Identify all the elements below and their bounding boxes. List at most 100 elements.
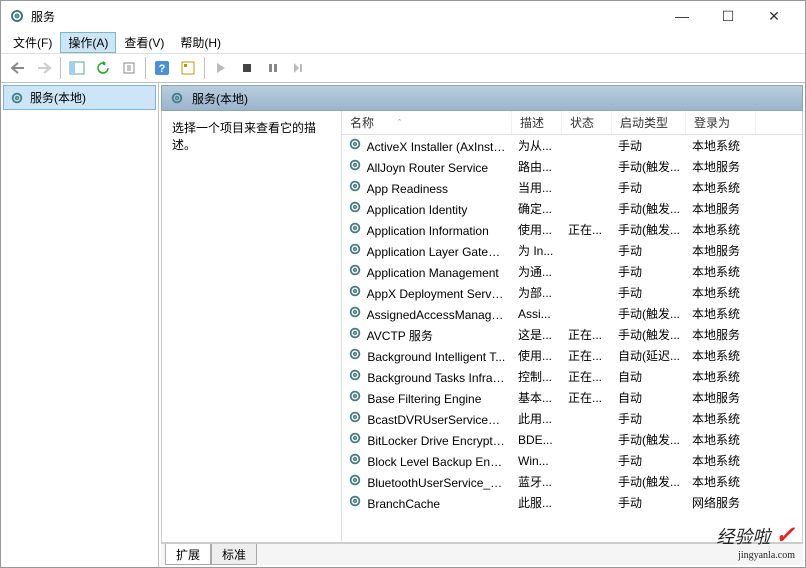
cell-desc: 蓝牙... [512,471,562,492]
cell-name: AllJoyn Router Service [342,156,512,177]
service-row[interactable]: Application Identity确定...手动(触发...本地服务 [342,198,802,219]
stop-service-button[interactable] [235,56,259,80]
cell-logon: 本地系统 [686,366,756,387]
service-row[interactable]: AVCTP 服务这是...正在...手动(触发...本地服务 [342,324,802,345]
menu-action[interactable]: 操作(A) [60,32,116,53]
service-row[interactable]: App Readiness当用...手动本地系统 [342,177,802,198]
cell-logon: 本地系统 [686,450,756,471]
service-row[interactable]: BitLocker Drive Encryptio...BDE...手动(触发.… [342,429,802,450]
service-row[interactable]: Application Layer Gatewa...为 In...手动本地服务 [342,240,802,261]
cell-startup: 手动(触发... [612,324,686,345]
cell-name: AppX Deployment Servic... [342,282,512,303]
menu-file[interactable]: 文件(F) [5,32,60,53]
cell-name: Application Layer Gatewa... [342,240,512,261]
back-button[interactable] [6,56,30,80]
service-row[interactable]: AllJoyn Router Service路由...手动(触发...本地服务 [342,156,802,177]
cell-startup: 手动 [612,240,686,261]
service-row[interactable]: Application Information使用...正在...手动(触发..… [342,219,802,240]
cell-logon: 本地系统 [686,345,756,366]
maximize-button[interactable]: ☐ [705,1,751,31]
cell-desc: 使用... [512,219,562,240]
cell-startup: 自动 [612,366,686,387]
cell-name: AVCTP 服务 [342,324,512,346]
cell-status: 正在... [562,324,612,345]
cell-logon: 本地系统 [686,408,756,429]
tab-standard[interactable]: 标准 [211,544,257,565]
restart-service-button[interactable] [287,56,311,80]
service-row[interactable]: AppX Deployment Servic...为部...手动本地系统 [342,282,802,303]
cell-status [562,417,612,421]
service-row[interactable]: Application Management为通...手动本地系统 [342,261,802,282]
cell-name: ActiveX Installer (AxInstSV) [342,135,512,156]
help-button[interactable]: ? [150,56,174,80]
cell-status [562,249,612,253]
cell-logon: 本地系统 [686,429,756,450]
refresh-button[interactable] [91,56,115,80]
col-status[interactable]: 状态 [562,111,612,134]
cell-desc: Win... [512,452,562,470]
col-logon[interactable]: 登录为 [686,111,756,134]
cell-desc: 此服... [512,492,562,513]
cell-status [562,459,612,463]
service-row[interactable]: BranchCache此服...手动网络服务 [342,492,802,513]
cell-logon: 本地系统 [686,177,756,198]
service-row[interactable]: Background Tasks Infras...控制...正在...自动本地… [342,366,802,387]
cell-startup: 手动(触发... [612,198,686,219]
cell-name: BitLocker Drive Encryptio... [342,429,512,450]
service-row[interactable]: BluetoothUserService_4d...蓝牙...手动(触发...本… [342,471,802,492]
cell-desc: 为通... [512,261,562,282]
cell-logon: 本地服务 [686,198,756,219]
tree-root-label: 服务(本地) [30,89,86,106]
cell-logon: 本地服务 [686,156,756,177]
pause-service-button[interactable] [261,56,285,80]
minimize-button[interactable]: — [659,1,705,31]
service-list[interactable]: ActiveX Installer (AxInstSV)为从...手动本地系统 … [342,135,802,542]
cell-startup: 手动(触发... [612,429,686,450]
export-button[interactable] [117,56,141,80]
service-row[interactable]: Block Level Backup Engi...Win...手动本地系统 [342,450,802,471]
tree-root-services[interactable]: 服务(本地) [3,85,156,110]
list-header: 名称ˆ 描述 状态 启动类型 登录为 [342,111,802,135]
cell-status [562,438,612,442]
col-name[interactable]: 名称ˆ [342,111,512,134]
menu-bar: 文件(F) 操作(A) 查看(V) 帮助(H) [1,31,805,53]
cell-logon: 本地系统 [686,471,756,492]
cell-logon: 网络服务 [686,492,756,513]
cell-desc: 为从... [512,135,562,156]
cell-status [562,186,612,190]
menu-help[interactable]: 帮助(H) [172,32,229,53]
properties-button[interactable] [176,56,200,80]
service-row[interactable]: AssignedAccessManager...Assi...手动(触发...本… [342,303,802,324]
start-service-button[interactable] [209,56,233,80]
col-startup[interactable]: 启动类型 [612,111,686,134]
cell-startup: 自动(延迟... [612,345,686,366]
tab-extended[interactable]: 扩展 [165,544,211,565]
service-row[interactable]: ActiveX Installer (AxInstSV)为从...手动本地系统 [342,135,802,156]
cell-status [562,312,612,316]
service-row[interactable]: Background Intelligent T...使用...正在...自动(… [342,345,802,366]
col-description[interactable]: 描述 [512,111,562,134]
cell-desc: Assi... [512,305,562,323]
cell-startup: 手动 [612,492,686,513]
close-button[interactable]: ✕ [751,1,797,31]
services-icon [9,8,25,24]
cell-status [562,501,612,505]
service-row[interactable]: BcastDVRUserService_4d...此用...手动本地系统 [342,408,802,429]
forward-button[interactable] [32,56,56,80]
cell-startup: 手动(触发... [612,219,686,240]
cell-desc: 控制... [512,366,562,387]
cell-desc: 此用... [512,408,562,429]
cell-logon: 本地服务 [686,240,756,261]
cell-status: 正在... [562,219,612,240]
show-hide-button[interactable] [65,56,89,80]
service-row[interactable]: Base Filtering Engine基本...正在...自动本地服务 [342,387,802,408]
cell-startup: 手动(触发... [612,303,686,324]
cell-name: Application Information [342,219,512,240]
cell-logon: 本地系统 [686,135,756,156]
cell-logon: 本地系统 [686,219,756,240]
cell-logon: 本地系统 [686,303,756,324]
menu-view[interactable]: 查看(V) [116,32,172,53]
cell-desc: 路由... [512,156,562,177]
description-panel: 选择一个项目来查看它的描述。 [162,111,342,542]
cell-desc: 这是... [512,324,562,345]
